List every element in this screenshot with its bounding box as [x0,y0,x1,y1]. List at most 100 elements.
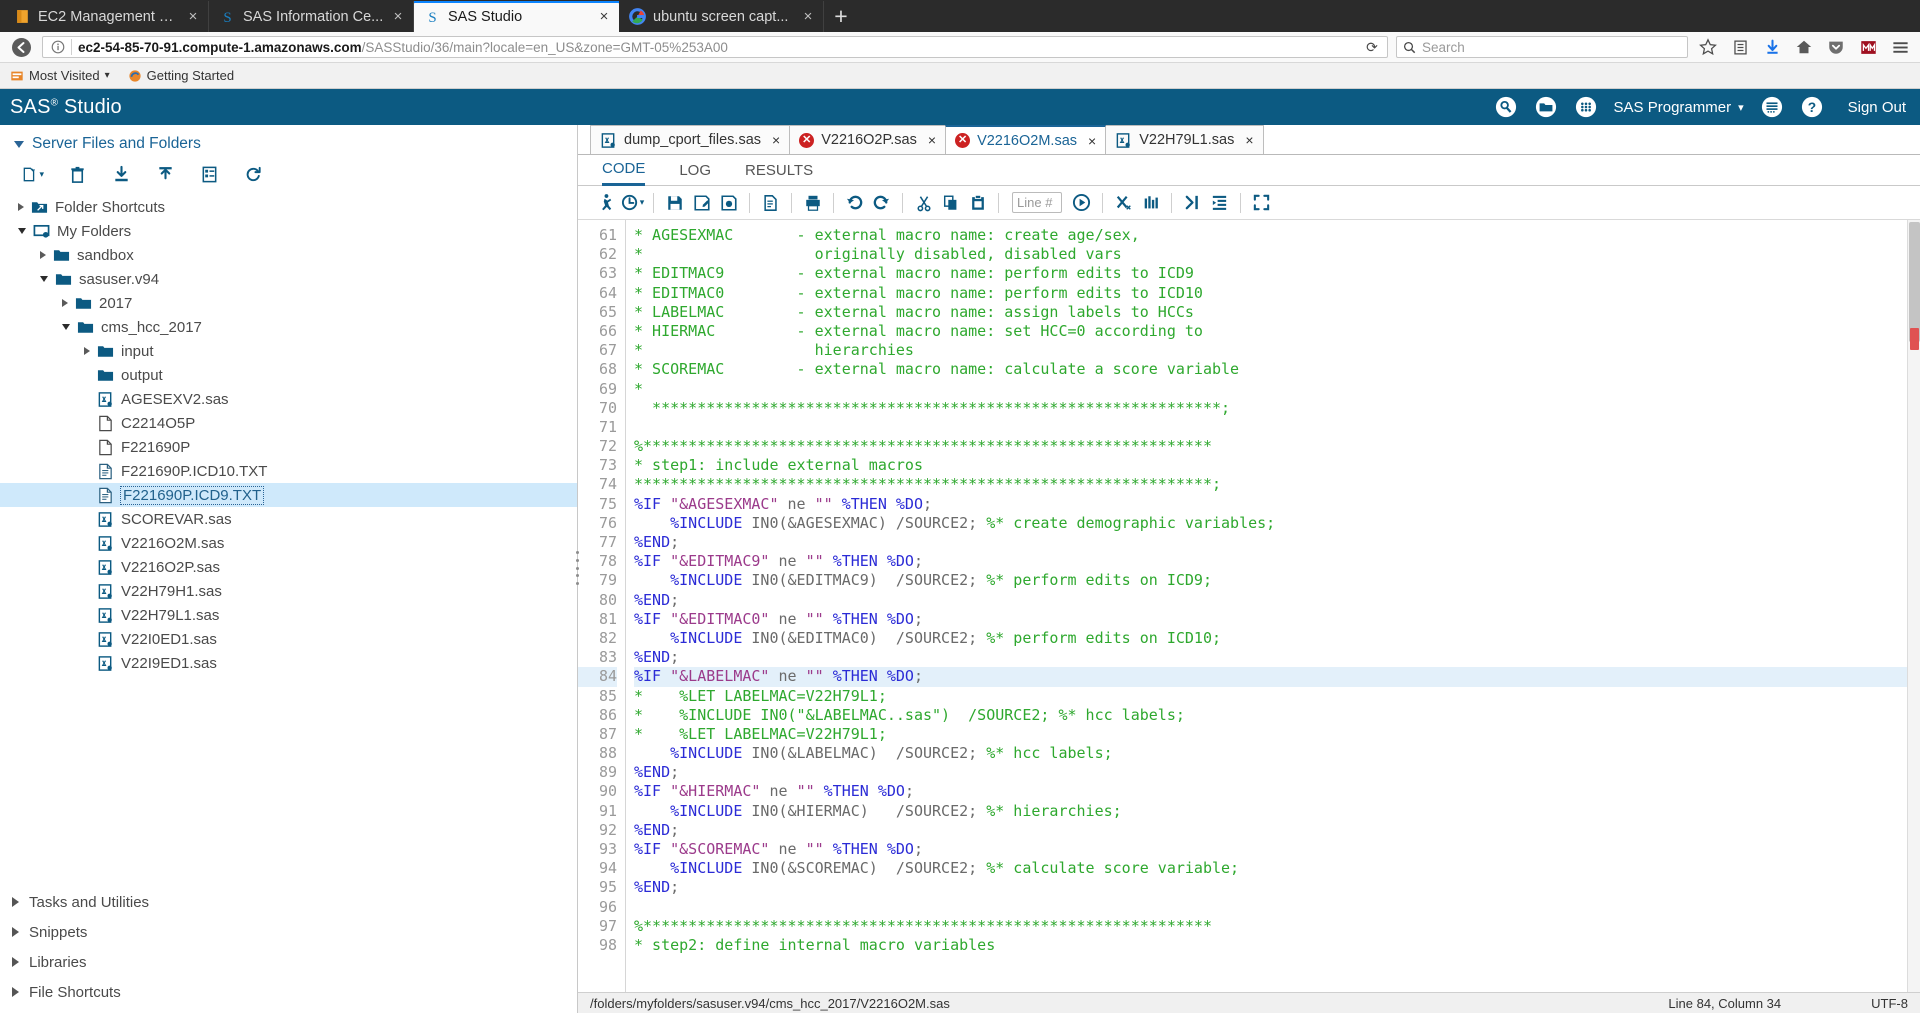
code-line[interactable]: %***************************************… [634,437,1920,456]
code-line[interactable]: %IF "&AGESEXMAC" ne "" %THEN %DO; [634,495,1920,514]
downloads-icon[interactable] [1760,35,1784,59]
tree-node[interactable]: 2017 [0,291,577,315]
editor-vertical-scrollbar[interactable] [1907,220,1920,992]
upload-icon[interactable] [154,163,176,185]
code-line[interactable] [634,898,1920,917]
chevron-right-icon[interactable] [18,203,24,211]
editor-tab-1[interactable]: ✕ V2216O2P.sas × [789,125,947,154]
new-file-icon[interactable] [757,190,784,216]
line-number-input[interactable]: Line # [1012,192,1062,213]
tab-code[interactable]: CODE [602,155,646,186]
sidebar-item-file-shortcuts[interactable]: File Shortcuts [0,977,577,1007]
code-line[interactable]: %END; [634,533,1920,552]
chevron-right-icon[interactable] [84,347,90,355]
properties-icon[interactable] [198,163,220,185]
code-line[interactable]: %INCLUDE IN0(&AGESEXMAC) /SOURCE2; %* cr… [634,514,1920,533]
code-line[interactable]: %END; [634,763,1920,782]
server-files-panel-header[interactable]: Server Files and Folders [0,125,577,159]
tree-node[interactable]: V22I9ED1.sas [0,651,577,675]
paste-icon[interactable] [964,190,991,216]
tree-node[interactable]: F221690P [0,435,577,459]
code-line[interactable]: * [634,380,1920,399]
tree-node[interactable]: AGESEXV2.sas [0,387,577,411]
chevron-down-icon[interactable] [62,324,70,330]
tree-node[interactable]: V22H79L1.sas [0,603,577,627]
chevron-down-icon[interactable] [18,228,26,234]
help-icon[interactable]: ? [1800,95,1824,119]
tree-node[interactable]: C2214O5P [0,411,577,435]
save-copy-icon[interactable] [715,190,742,216]
sign-out-button[interactable]: Sign Out [1848,99,1906,116]
browser-tab-2[interactable]: S SAS Studio × [414,1,619,32]
run-icon[interactable] [592,190,619,216]
tree-node[interactable]: F221690P.ICD10.TXT [0,459,577,483]
tab-results[interactable]: RESULTS [745,155,813,186]
bookmark-star-icon[interactable] [1696,35,1720,59]
print-icon[interactable] [799,190,826,216]
editor-tab-0[interactable]: dump_cport_files.sas × [590,125,791,154]
add-comment-icon[interactable] [1179,190,1206,216]
code-line[interactable]: * HIERMAC - external macro name: set HCC… [634,322,1920,341]
apps-grid-icon[interactable] [1574,95,1598,119]
code-line[interactable]: * AGESEXMAC - external macro name: creat… [634,226,1920,245]
reload-button[interactable]: ⟳ [1359,39,1385,56]
cut-icon[interactable] [910,190,937,216]
browser-tab-1[interactable]: S SAS Information Ce... × [209,1,414,32]
tree-node[interactable]: V22I0ED1.sas [0,627,577,651]
bookmark-getting-started[interactable]: Getting Started [128,68,234,83]
code-line[interactable]: * step2: define internal macro variables [634,936,1920,955]
sidebar-splitter-handle[interactable] [573,551,581,586]
code-line[interactable]: %IF "&EDITMAC0" ne "" %THEN %DO; [634,610,1920,629]
code-line[interactable]: %INCLUDE IN0(&EDITMAC9) /SOURCE2; %* per… [634,571,1920,590]
indent-icon[interactable] [1206,190,1233,216]
code-line[interactable]: * SCOREMAC - external macro name: calcul… [634,360,1920,379]
tree-node[interactable]: Folder Shortcuts [0,195,577,219]
editor-tab-3[interactable]: V22H79L1.sas × [1105,125,1264,154]
error-marker[interactable] [1910,328,1919,350]
go-to-line-icon[interactable] [1068,190,1095,216]
chevron-right-icon[interactable] [40,251,46,259]
sidebar-item-libraries[interactable]: Libraries [0,947,577,977]
code-line[interactable]: %INCLUDE IN0(&SCOREMAC) /SOURCE2; %* cal… [634,859,1920,878]
tree-node[interactable]: output [0,363,577,387]
close-icon[interactable]: × [391,8,405,25]
code-line[interactable]: %END; [634,821,1920,840]
code-editor[interactable]: 61 62 63 64 65 66 67 68 69 70 71 72 73 74 75 76 77 78 79 80… [578,220,1920,992]
code-line[interactable]: ****************************************… [634,399,1920,418]
code-line[interactable]: %IF "&SCOREMAC" ne "" %THEN %DO; [634,840,1920,859]
scrollbar-thumb[interactable] [1909,222,1920,342]
close-icon[interactable]: × [1245,132,1253,148]
code-line[interactable]: * originally disabled, disabled vars [634,245,1920,264]
tree-node[interactable]: F221690P.ICD9.TXT [0,483,577,507]
sidebar-item-tasks-and-utilities[interactable]: Tasks and Utilities [0,887,577,917]
back-button[interactable] [8,35,34,59]
chevron-down-icon[interactable]: ▾ [640,197,645,208]
page-info-icon[interactable] [51,40,65,54]
format-code-icon[interactable] [1137,190,1164,216]
code-line[interactable]: %IF "&HIERMAC" ne "" %THEN %DO; [634,782,1920,801]
search-input[interactable]: Search [1396,36,1688,58]
close-icon[interactable]: × [772,132,780,148]
code-line[interactable]: %IF "&LABELMAC" ne "" %THEN %DO; [634,667,1920,687]
file-tree[interactable]: Folder Shortcuts My Folders sandbox sasuser… [0,195,577,887]
code-line[interactable]: %INCLUDE IN0(&EDITMAC0) /SOURCE2; %* per… [634,629,1920,648]
close-icon[interactable]: × [1088,133,1096,149]
hamburger-menu-icon[interactable] [1888,35,1912,59]
tree-node[interactable]: V2216O2M.sas [0,531,577,555]
new-file-icon[interactable]: ▾ [22,163,44,185]
browser-tab-0[interactable]: EC2 Management C... × [4,1,209,32]
code-line[interactable]: %INCLUDE IN0(&HIERMAC) /SOURCE2; %* hier… [634,802,1920,821]
mozilla-icon[interactable] [1856,35,1880,59]
code-line[interactable]: * %LET LABELMAC=V22H79L1; [634,725,1920,744]
tree-node[interactable]: V22H79H1.sas [0,579,577,603]
code-line[interactable] [634,418,1920,437]
scheduler-icon[interactable]: ▾ [619,190,646,216]
url-bar[interactable]: ec2-54-85-70-91.compute-1.amazonaws.com/… [42,36,1388,58]
open-folder-icon[interactable] [1534,95,1558,119]
code-line[interactable]: * EDITMAC9 - external macro name: perfor… [634,264,1920,283]
library-icon[interactable] [1728,35,1752,59]
chevron-down-icon[interactable] [40,276,48,282]
code-content[interactable]: * AGESEXMAC - external macro name: creat… [626,220,1920,992]
editor-tab-2[interactable]: ✕ V2216O2M.sas × [945,125,1107,154]
close-icon[interactable]: × [928,132,936,148]
